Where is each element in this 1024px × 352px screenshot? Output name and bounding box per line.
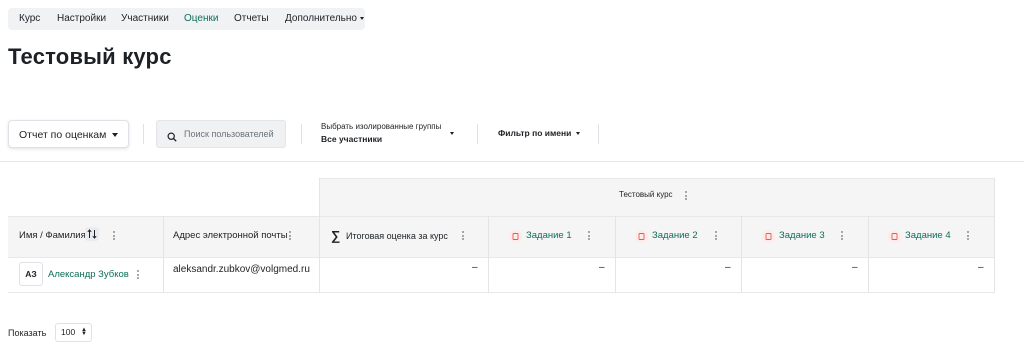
user-name-link[interactable]: Александр Зубков xyxy=(48,269,129,280)
avatar: АЗ xyxy=(19,262,43,286)
kebab-icon[interactable] xyxy=(967,231,969,240)
assignment-icon xyxy=(762,230,775,243)
grade-cell[interactable]: – xyxy=(725,262,731,273)
sort-icon[interactable] xyxy=(85,227,99,241)
per-page-value: 100 xyxy=(61,327,76,337)
caret-down-icon xyxy=(450,132,454,135)
col-border xyxy=(615,216,616,292)
course-nav-tabs: Курс Настройки Участники Оценки Отчеты Д… xyxy=(8,8,365,30)
kebab-icon[interactable] xyxy=(715,231,717,240)
toolbar-divider xyxy=(301,124,302,144)
group-selector-value: Все участники xyxy=(321,134,383,144)
name-filter-button[interactable]: Фильтр по имени xyxy=(498,128,581,138)
grade-cell[interactable]: – xyxy=(852,262,858,273)
total-column-header: Итоговая оценка за курс xyxy=(346,231,448,241)
kebab-icon[interactable] xyxy=(841,231,843,240)
user-search-input[interactable]: Поиск пользователей xyxy=(156,120,286,148)
report-selector-label: Отчет по оценкам xyxy=(19,129,107,141)
kebab-icon[interactable] xyxy=(137,270,139,279)
toolbar-bottom-border xyxy=(0,161,1024,162)
report-selector[interactable]: Отчет по оценкам xyxy=(8,120,129,148)
tab-course[interactable]: Курс xyxy=(19,8,40,30)
per-page-label: Показать xyxy=(8,328,47,338)
search-placeholder: Поиск пользователей xyxy=(184,129,274,139)
toolbar-divider xyxy=(477,124,478,144)
col-border xyxy=(163,216,164,292)
col-border xyxy=(319,178,320,292)
assignment-4-link[interactable]: Задание 4 xyxy=(905,230,951,241)
name-column-header[interactable]: Имя / Фамилия xyxy=(19,230,86,241)
assignment-icon xyxy=(509,230,522,243)
total-grade-cell[interactable]: – xyxy=(472,262,478,273)
column-header-row xyxy=(8,216,995,257)
col-border xyxy=(488,216,489,292)
assignment-1-link[interactable]: Задание 1 xyxy=(526,230,572,241)
group-selector-label: Выбрать изолированные группы xyxy=(321,122,442,131)
row-border xyxy=(8,292,995,293)
col-border xyxy=(741,216,742,292)
kebab-icon[interactable] xyxy=(685,191,687,200)
stepper-icon: ▲ ▼ xyxy=(81,327,87,337)
toolbar-divider xyxy=(598,124,599,144)
tab-more[interactable]: Дополнительно xyxy=(285,8,364,30)
row-border xyxy=(8,216,995,217)
assignment-icon xyxy=(635,230,648,243)
caret-down-icon xyxy=(576,132,581,136)
tab-more-label: Дополнительно xyxy=(285,13,357,24)
kebab-icon[interactable] xyxy=(289,231,291,240)
tab-settings[interactable]: Настройки xyxy=(57,8,106,30)
tab-grades[interactable]: Оценки xyxy=(184,8,218,30)
caret-down-icon xyxy=(359,16,364,20)
toolbar-divider xyxy=(143,124,144,144)
assignment-2-link[interactable]: Задание 2 xyxy=(652,230,698,241)
page-title: Тестовый курс xyxy=(8,44,172,69)
assignment-3-link[interactable]: Задание 3 xyxy=(779,230,825,241)
tab-reports[interactable]: Отчеты xyxy=(234,8,269,30)
name-filter-label: Фильтр по имени xyxy=(498,128,572,138)
user-email: aleksandr.zubkov@volgmed.ru xyxy=(173,264,310,275)
kebab-icon[interactable] xyxy=(462,231,464,240)
sigma-icon: ∑ xyxy=(331,228,341,243)
kebab-icon[interactable] xyxy=(588,231,590,240)
caret-down-icon xyxy=(112,133,118,137)
row-border xyxy=(319,178,995,179)
row-border xyxy=(8,257,995,258)
col-border xyxy=(868,216,869,292)
per-page-select[interactable]: 100 ▲ ▼ xyxy=(55,323,92,342)
kebab-icon[interactable] xyxy=(113,231,115,240)
email-column-header: Адрес электронной почты xyxy=(173,230,288,241)
tab-participants[interactable]: Участники xyxy=(121,8,169,30)
search-icon xyxy=(167,129,177,147)
grade-cell[interactable]: – xyxy=(978,262,984,273)
course-header: Тестовый курс xyxy=(619,190,673,199)
group-selector[interactable]: Выбрать изолированные группы Все участни… xyxy=(321,122,457,148)
col-border xyxy=(994,178,995,292)
grade-cell[interactable]: – xyxy=(599,262,605,273)
assignment-icon xyxy=(888,230,901,243)
